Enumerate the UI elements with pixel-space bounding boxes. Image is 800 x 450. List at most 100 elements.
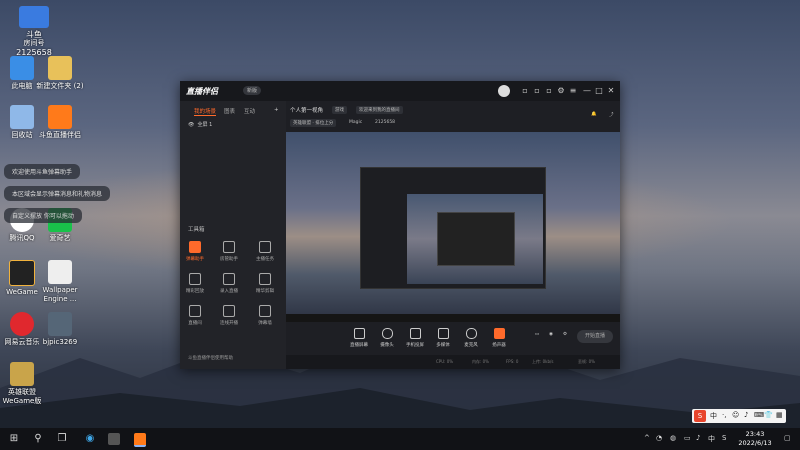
tool-replay[interactable]: 精彩回放 bbox=[182, 273, 208, 294]
tab-interact[interactable]: 互动 bbox=[244, 107, 255, 115]
desktop-icon-wallpaper[interactable]: Wallpaper Engine ... bbox=[32, 260, 88, 304]
task-view-icon[interactable]: ❐ bbox=[56, 433, 68, 445]
ime-voice-icon[interactable]: ♪ bbox=[744, 411, 748, 419]
ime-punct[interactable]: ·, bbox=[722, 411, 726, 419]
scene-item[interactable]: 👁 全屏 1 bbox=[188, 121, 212, 128]
ime-lang[interactable]: 中 bbox=[710, 411, 717, 421]
version-badge[interactable]: 新版 bbox=[243, 86, 262, 95]
help-link[interactable]: 斗鱼直播伴侣使用帮助 bbox=[188, 355, 233, 361]
tray-chevron-icon[interactable]: ^ bbox=[644, 434, 650, 442]
desktop-icon-bjpic[interactable]: bjpic3269 bbox=[32, 312, 88, 347]
windows-start-icon[interactable]: ⊞ bbox=[8, 433, 20, 445]
danmaku-chip[interactable]: 欢迎使用斗鱼弹幕助手 bbox=[4, 164, 81, 179]
room-tag[interactable]: 游戏 bbox=[332, 106, 347, 114]
close-button[interactable]: ✕ bbox=[606, 86, 616, 96]
tab-charts[interactable]: 图表 bbox=[224, 107, 235, 115]
computer-icon bbox=[10, 56, 34, 80]
eye-icon[interactable]: 👁 bbox=[188, 122, 194, 128]
add-scene-icon[interactable]: + bbox=[274, 107, 279, 113]
gear-icon[interactable]: ⚙ bbox=[550, 332, 580, 337]
system-clock[interactable]: 23:43 2022/6/13 bbox=[735, 430, 775, 448]
room-tag[interactable]: 欢迎来到我的直播间 bbox=[356, 106, 403, 114]
minimize-button[interactable]: — bbox=[582, 86, 592, 96]
volume-icon[interactable]: ♪ bbox=[696, 434, 700, 442]
tool-record[interactable]: 录入直播 bbox=[216, 273, 242, 294]
status-upload: 上传: 0kb/s bbox=[532, 359, 554, 364]
status-mem: 内存: 0% bbox=[472, 359, 489, 364]
tab-my-scenes[interactable]: 我的场景 bbox=[194, 107, 217, 116]
scene-sidebar bbox=[180, 101, 286, 369]
skin-icon[interactable]: ▫ bbox=[544, 86, 554, 96]
tool-room[interactable]: 直播间 bbox=[182, 305, 208, 326]
control-label: 手机投屏 bbox=[406, 343, 424, 348]
phone-cast-icon bbox=[409, 328, 421, 339]
network-icon[interactable]: ▭ bbox=[684, 434, 691, 442]
app-logo: 直播伴侣 bbox=[186, 87, 218, 96]
image-icon bbox=[48, 312, 72, 336]
tool-label: 精彩回放 bbox=[186, 289, 204, 294]
control-screen[interactable]: 直播屏幕 bbox=[344, 328, 374, 348]
tray-ime-icon[interactable]: S bbox=[722, 434, 726, 442]
control-camera[interactable]: 摄像头 bbox=[372, 328, 402, 348]
desktop-icon-folder2[interactable]: 新建文件夹 (2) bbox=[32, 56, 88, 91]
tool-danmaku-wall[interactable]: 弹幕墙 bbox=[252, 305, 278, 326]
douyu-taskbar-icon[interactable] bbox=[134, 433, 146, 447]
danmaku-icon bbox=[189, 241, 201, 253]
tool-clip[interactable]: 精华剪辑 bbox=[252, 273, 278, 294]
control-media[interactable]: 多媒体 bbox=[428, 328, 458, 348]
status-bar: CPU: 0% 内存: 0% FPS: 0 上传: 0kb/s 丢帧: 0% bbox=[286, 355, 620, 369]
room-category[interactable]: 英雄联盟 · 排位上分 bbox=[290, 119, 337, 127]
gear-icon[interactable]: ⚙ bbox=[556, 86, 566, 96]
stream-preview[interactable] bbox=[286, 132, 620, 322]
bell-icon[interactable]: 🔔 bbox=[588, 111, 600, 118]
tray-wechat-icon[interactable]: ◍ bbox=[670, 434, 676, 442]
menu-icon[interactable]: ≡ bbox=[568, 86, 578, 96]
tray-app-icon[interactable]: ◔ bbox=[656, 434, 662, 442]
control-label: 摄像头 bbox=[380, 343, 394, 348]
control-label: 多媒体 bbox=[436, 343, 450, 348]
tool-label: 录入直播 bbox=[220, 289, 238, 294]
notification-icon[interactable]: ▢ bbox=[784, 434, 791, 442]
desktop-icon-label: bjpic3269 bbox=[42, 338, 78, 346]
room-title[interactable]: 个人第一视角 bbox=[290, 106, 323, 114]
tool-label: 精华剪辑 bbox=[256, 289, 274, 294]
desktop-icon-douyu[interactable]: 斗鱼直播伴侣 bbox=[32, 105, 88, 140]
tool-danmaku[interactable]: 弹幕助手 bbox=[182, 241, 208, 262]
room-id: 2125658 bbox=[375, 120, 396, 125]
message-icon[interactable]: ▫ bbox=[520, 86, 530, 96]
tray-lang[interactable]: 中 bbox=[708, 434, 715, 444]
desktop-icon-label: 英雄联盟 WeGame版 bbox=[2, 388, 42, 405]
ime-toolbar[interactable]: S 中 ·, ☺ ♪ ⌨ 👕 ▦ bbox=[692, 409, 786, 423]
danmaku-chip[interactable]: 自定义摆放 你可以拖动 bbox=[4, 208, 82, 223]
speaker-icon bbox=[493, 328, 505, 339]
nested-preview-recursion bbox=[437, 212, 515, 266]
desktop-icon-label: 斗鱼直播伴侣 bbox=[39, 131, 81, 139]
tool-link-live[interactable]: 连线开播 bbox=[216, 305, 242, 326]
search-icon[interactable]: ⚲ bbox=[32, 433, 44, 445]
desktop-icon-lol[interactable]: 英雄联盟 WeGame版 bbox=[0, 362, 50, 406]
go-live-button[interactable]: 开始直播 bbox=[577, 330, 613, 343]
ime-skin-icon[interactable]: 👕 bbox=[764, 411, 773, 419]
danmaku-chip[interactable]: 本区域会显示弹幕消息和礼物消息 bbox=[4, 186, 111, 201]
maximize-button[interactable]: □ bbox=[594, 86, 604, 96]
microphone-icon bbox=[465, 328, 477, 339]
gift-icon[interactable]: ▫ bbox=[532, 86, 542, 96]
ime-logo-icon[interactable]: S bbox=[694, 410, 706, 422]
title-bar[interactable]: 直播伴侣 新版 ▫ ▫ ▫ ⚙ ≡ — □ ✕ bbox=[180, 81, 620, 101]
control-mic[interactable]: 麦克风 bbox=[456, 328, 486, 348]
control-phone-cast[interactable]: 手机投屏 bbox=[400, 328, 430, 348]
source-controls: 直播屏幕 摄像头 手机投屏 多媒体 麦克风 扬声器 ▭ ◉ ⚙ 开始直播 CPU… bbox=[286, 322, 620, 369]
download-icon bbox=[223, 273, 235, 285]
avatar[interactable] bbox=[498, 85, 510, 97]
control-speaker[interactable]: 扬声器 bbox=[484, 328, 514, 348]
clock-time: 23:43 bbox=[745, 430, 765, 438]
document-icon bbox=[48, 260, 72, 284]
ime-grid-icon[interactable]: ▦ bbox=[776, 411, 783, 419]
tool-tasks[interactable]: 主播任务 bbox=[252, 241, 278, 262]
ime-emoji-icon[interactable]: ☺ bbox=[732, 411, 739, 419]
lol-taskbar-icon[interactable] bbox=[108, 433, 120, 445]
ime-keyboard-icon[interactable]: ⌨ bbox=[754, 411, 764, 419]
edge-icon[interactable]: ◉ bbox=[84, 433, 96, 445]
tool-room-admin[interactable]: 房管助手 bbox=[216, 241, 242, 262]
share-icon[interactable]: ⤴ bbox=[606, 111, 617, 119]
